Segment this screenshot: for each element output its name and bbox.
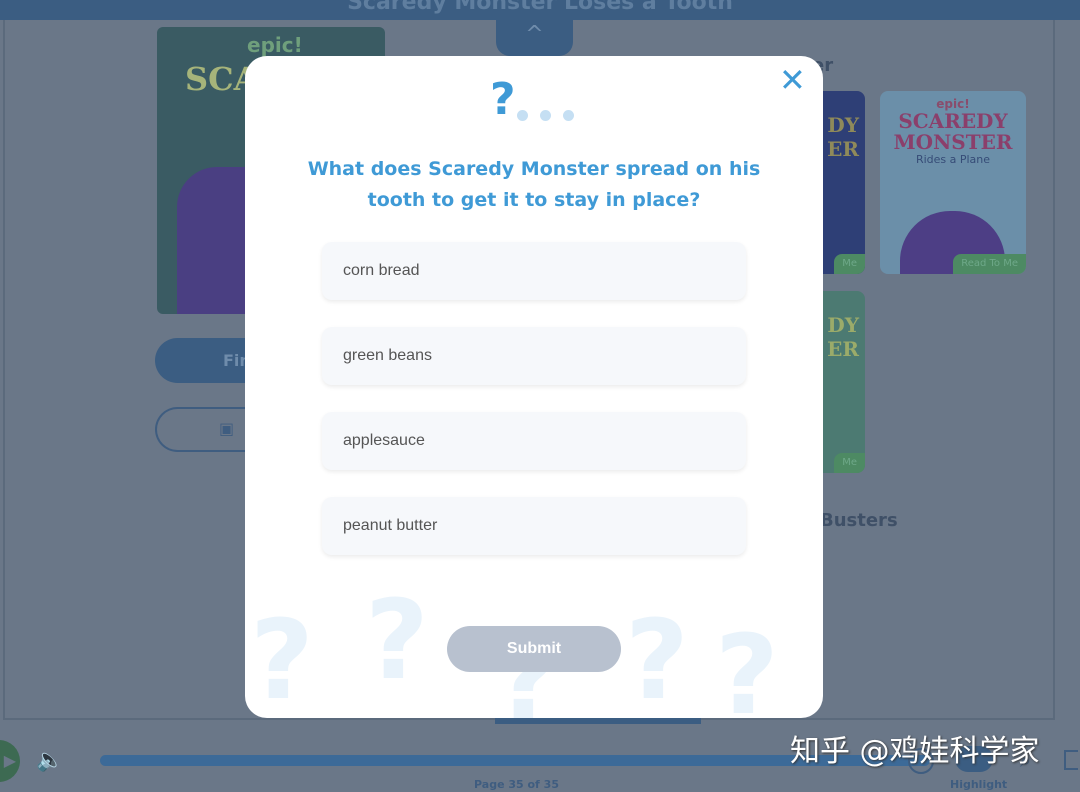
close-icon[interactable]: ✕ bbox=[779, 64, 806, 96]
question-mark-pattern: ? bbox=[715, 611, 779, 718]
question-mark-icon: ? bbox=[490, 74, 516, 125]
page-indicator: Page 35 of 35 bbox=[474, 778, 559, 791]
highlight-label: Highlight bbox=[950, 778, 1008, 791]
question-mark-pattern: ? bbox=[625, 596, 689, 718]
submit-button[interactable]: Submit bbox=[447, 626, 621, 672]
question-text: What does Scaredy Monster spread on his … bbox=[307, 158, 761, 211]
quiz-icon: ▣ bbox=[219, 419, 235, 438]
read-to-me-badge: Read To Me bbox=[953, 254, 1026, 274]
book-title: DY ER bbox=[827, 113, 859, 161]
read-to-me-badge: Me bbox=[834, 254, 865, 274]
collapse-button[interactable]: ^ bbox=[496, 10, 573, 56]
chevron-up-icon: ^ bbox=[525, 22, 544, 47]
progress-dot bbox=[517, 110, 528, 121]
answer-option[interactable]: applesauce bbox=[322, 412, 746, 470]
progress-dot bbox=[563, 110, 574, 121]
fullscreen-icon[interactable] bbox=[1064, 750, 1078, 770]
answer-option[interactable]: corn bread bbox=[322, 242, 746, 300]
question-mark-pattern: ? bbox=[365, 576, 429, 704]
related-book[interactable]: epic! SCAREDY MONSTER Rides a Plane Read… bbox=[880, 91, 1026, 274]
speaker-icon[interactable]: 🔈 bbox=[36, 748, 63, 773]
watermark: 知乎 @鸡娃科学家 bbox=[790, 734, 1040, 769]
answer-option[interactable]: green beans bbox=[322, 327, 746, 385]
section-title-busters: Busters bbox=[820, 510, 898, 531]
quiz-modal: ? ? ? ? ? ✕ ? What does Scaredy Monster … bbox=[245, 56, 823, 718]
answer-option[interactable]: peanut butter bbox=[322, 497, 746, 555]
epic-logo: epic! bbox=[247, 33, 303, 57]
progress-dot bbox=[540, 110, 551, 121]
question-mark-pattern: ? bbox=[250, 596, 314, 718]
play-icon: ▶ bbox=[3, 751, 16, 770]
play-button[interactable]: ▶ bbox=[0, 740, 20, 782]
book-subtitle: Rides a Plane bbox=[915, 153, 991, 166]
read-to-me-badge: Me bbox=[834, 453, 865, 473]
book-title: SCAREDY MONSTER bbox=[893, 109, 1013, 154]
book-title: DY ER bbox=[827, 313, 859, 361]
